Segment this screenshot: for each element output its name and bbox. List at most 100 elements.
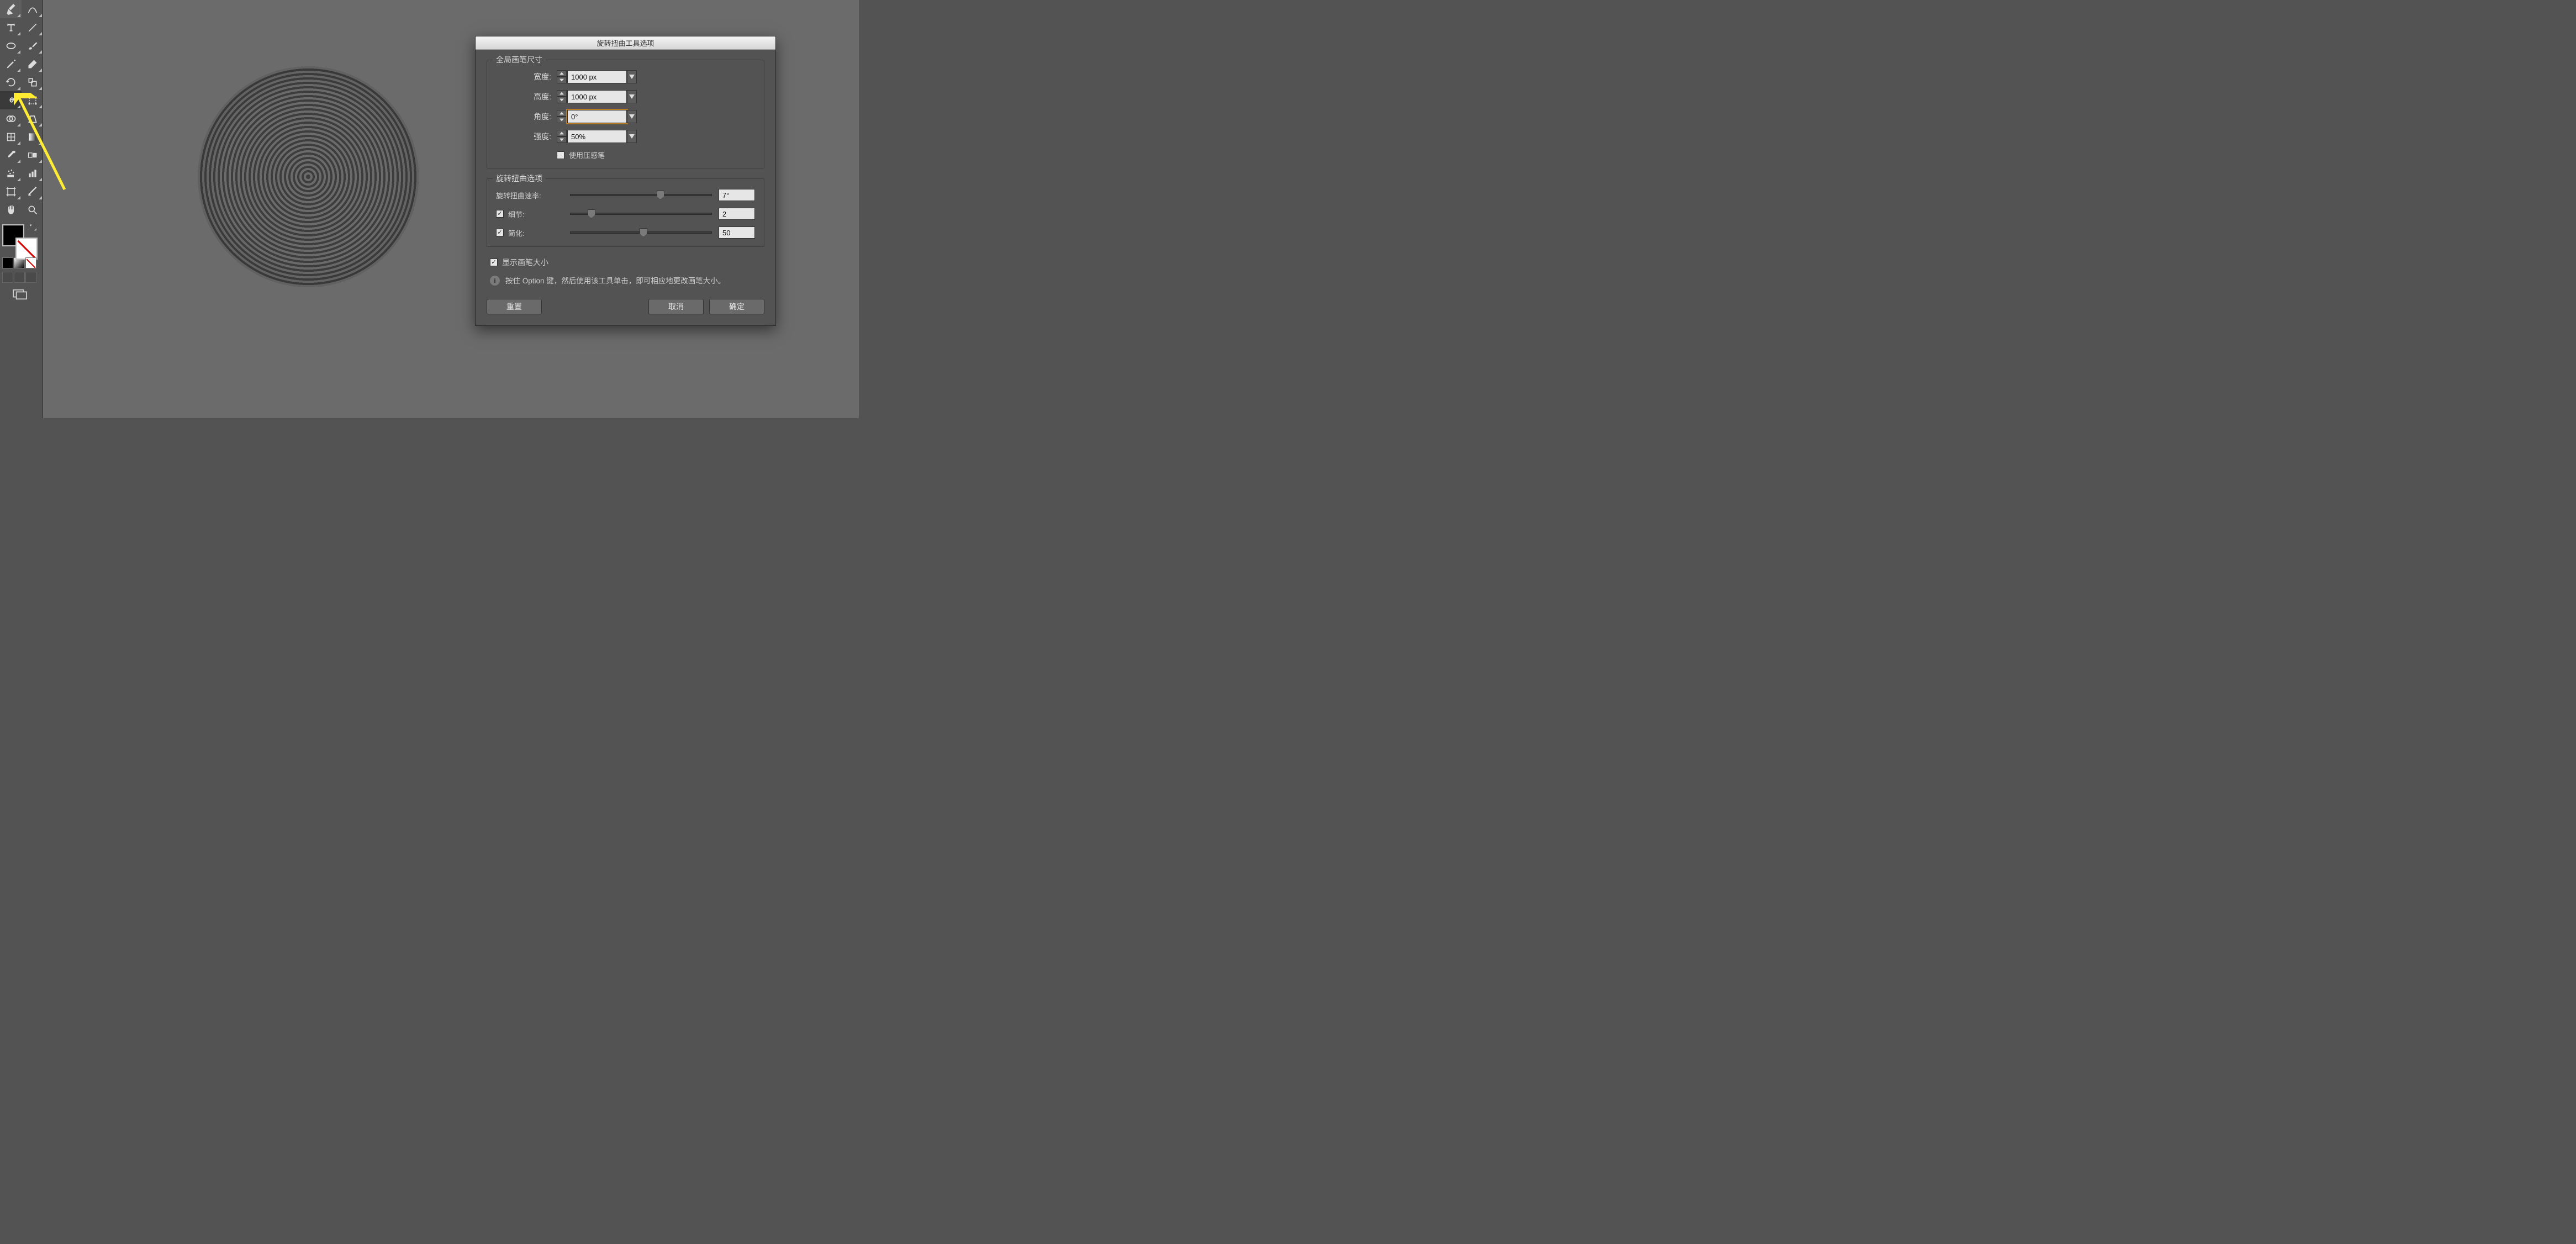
- draw-normal[interactable]: [2, 272, 13, 283]
- zoom-icon: [27, 204, 38, 215]
- swap-icon[interactable]: [29, 223, 38, 232]
- height-dropdown[interactable]: [627, 90, 637, 103]
- graph-tool[interactable]: [22, 128, 43, 146]
- slice-tool[interactable]: [22, 182, 43, 201]
- ok-button[interactable]: 确定: [709, 299, 764, 314]
- scale-icon: [27, 77, 38, 88]
- global-brush-group: 全局画笔尺寸 宽度: 高度: 角度:: [487, 60, 764, 168]
- stepper-up-icon[interactable]: [557, 90, 567, 97]
- screen-icon: [12, 288, 29, 301]
- stepper-down-icon[interactable]: [557, 97, 567, 103]
- eraser-tool[interactable]: [22, 55, 43, 73]
- column-graph-tool[interactable]: [22, 164, 43, 182]
- type-tool[interactable]: [0, 18, 22, 36]
- detail-value[interactable]: [719, 208, 755, 220]
- spray-icon: [6, 168, 17, 179]
- stepper-down-icon[interactable]: [557, 136, 567, 143]
- show-brush-checkbox[interactable]: [490, 259, 498, 266]
- simplify-row: 简化:: [496, 226, 755, 239]
- pressure-row: 使用压感笔: [496, 150, 755, 160]
- angle-label: 角度:: [496, 111, 557, 122]
- info-icon: i: [490, 276, 500, 286]
- note-block: 显示画笔大小 i 按住 Option 键，然后使用该工具单击，即可相应地更改画笔…: [490, 257, 761, 287]
- draw-inside[interactable]: [25, 272, 36, 283]
- rate-row: 旋转扭曲速率:: [496, 189, 755, 201]
- width-input[interactable]: [567, 70, 627, 83]
- rate-value[interactable]: [719, 189, 755, 201]
- draw-mode-row: [0, 272, 43, 283]
- hand-tool[interactable]: [0, 201, 22, 219]
- free-transform-tool[interactable]: [22, 91, 43, 109]
- symbol-sprayer-tool[interactable]: [0, 164, 22, 182]
- eraser-icon: [27, 59, 38, 70]
- slider-thumb[interactable]: [588, 209, 595, 218]
- simplify-value[interactable]: [719, 226, 755, 239]
- cancel-button[interactable]: 取消: [648, 299, 704, 314]
- angle-dropdown[interactable]: [627, 110, 637, 123]
- height-stepper[interactable]: [557, 90, 567, 103]
- artboard-tool[interactable]: [0, 182, 22, 201]
- simplify-checkbox[interactable]: [496, 229, 504, 236]
- warp-tool[interactable]: [22, 109, 43, 128]
- rate-slider[interactable]: [570, 194, 712, 196]
- reflect-tool[interactable]: [22, 73, 43, 91]
- dialog-titlebar[interactable]: 旋转扭曲工具选项: [476, 36, 775, 50]
- intensity-input[interactable]: [567, 130, 627, 143]
- artwork-sphere: [198, 66, 419, 287]
- add-anchor-tool[interactable]: [22, 0, 43, 18]
- rate-label: 旋转扭曲速率:: [496, 190, 541, 201]
- artboard-icon: [6, 186, 17, 197]
- pen-tool[interactable]: [0, 0, 22, 18]
- mesh-icon: [6, 131, 17, 143]
- screen-mode[interactable]: [0, 288, 43, 302]
- pencil-tool[interactable]: [0, 55, 22, 73]
- intensity-row: 强度:: [496, 130, 755, 143]
- height-input[interactable]: [567, 90, 627, 103]
- detail-slider[interactable]: [570, 213, 712, 215]
- graph-icon: [27, 168, 38, 179]
- intensity-stepper[interactable]: [557, 130, 567, 143]
- ellipse-tool[interactable]: [0, 36, 22, 55]
- color-swatches[interactable]: [0, 222, 43, 256]
- angle-input[interactable]: [567, 110, 627, 123]
- width-tool[interactable]: [0, 109, 22, 128]
- intensity-dropdown[interactable]: [627, 130, 637, 143]
- show-brush-label: 显示画笔大小: [502, 257, 548, 268]
- pressure-checkbox[interactable]: [557, 151, 564, 159]
- height-row: 高度:: [496, 90, 755, 103]
- shape-builder-tool[interactable]: [0, 128, 22, 146]
- twirl-tool[interactable]: [0, 91, 22, 109]
- blend-icon: [27, 150, 38, 161]
- slider-thumb[interactable]: [657, 191, 664, 199]
- width-stepper[interactable]: [557, 70, 567, 83]
- angle-stepper[interactable]: [557, 110, 567, 123]
- stepper-up-icon[interactable]: [557, 110, 567, 117]
- stepper-up-icon[interactable]: [557, 130, 567, 136]
- draw-behind[interactable]: [14, 272, 25, 283]
- detail-checkbox[interactable]: [496, 210, 504, 218]
- width-row: 宽度:: [496, 70, 755, 83]
- line-tool[interactable]: [22, 18, 43, 36]
- simplify-slider[interactable]: [570, 231, 712, 234]
- fill-solid[interactable]: [2, 257, 13, 268]
- gradient-tool[interactable]: [22, 146, 43, 164]
- pressure-label: 使用压感笔: [569, 150, 605, 160]
- reset-button[interactable]: 重置: [487, 299, 542, 314]
- fill-none[interactable]: [25, 257, 36, 268]
- pencil-icon: [6, 59, 17, 70]
- line-icon: [27, 22, 38, 33]
- width-dropdown[interactable]: [627, 70, 637, 83]
- hand-icon: [6, 204, 17, 215]
- slider-thumb[interactable]: [640, 228, 647, 237]
- stepper-down-icon[interactable]: [557, 77, 567, 83]
- twirl-icon: [6, 95, 17, 106]
- zoom-tool[interactable]: [22, 201, 43, 219]
- brush-icon: [27, 40, 38, 51]
- rotate-tool[interactable]: [0, 73, 22, 91]
- stroke-swatch[interactable]: [15, 238, 38, 260]
- eyedropper-tool[interactable]: [0, 146, 22, 164]
- paintbrush-tool[interactable]: [22, 36, 43, 55]
- stepper-down-icon[interactable]: [557, 117, 567, 123]
- stepper-up-icon[interactable]: [557, 70, 567, 77]
- simplify-label: 简化:: [508, 228, 525, 238]
